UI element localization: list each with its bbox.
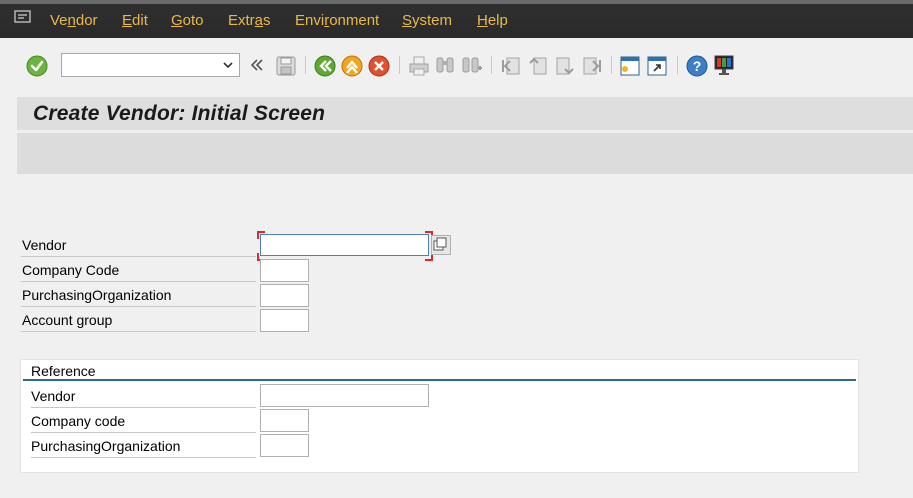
vendor-field[interactable]: [260, 234, 429, 256]
reference-vendor-field[interactable]: [260, 384, 429, 407]
menu-system[interactable]: System: [402, 12, 452, 30]
menu-edit[interactable]: Edit: [122, 12, 148, 30]
save-icon[interactable]: [275, 55, 297, 77]
purchasing-organization-field[interactable]: [260, 284, 309, 307]
application-toolbar: [17, 133, 913, 174]
company-code-field[interactable]: [260, 259, 309, 282]
create-session-icon[interactable]: [619, 55, 641, 77]
menu-bar: Vendor Edit Goto Extras Environment Syst…: [0, 0, 913, 38]
svg-text:?: ?: [693, 58, 702, 74]
page-title: Create Vendor: Initial Screen: [33, 102, 326, 125]
reference-purchasing-organization-field[interactable]: [260, 434, 309, 457]
toolbar-separator: [677, 56, 678, 74]
reference-group-title: Reference: [31, 363, 96, 379]
help-icon[interactable]: ?: [686, 55, 708, 77]
find-icon[interactable]: [434, 55, 456, 77]
enter-icon[interactable]: [26, 55, 48, 77]
reference-group-underline: [23, 379, 856, 381]
first-page-icon[interactable]: [500, 55, 522, 77]
value-help-button[interactable]: [431, 235, 451, 255]
collapse-command-field-icon[interactable]: [249, 56, 265, 74]
reference-company-code-input[interactable]: [261, 410, 308, 431]
command-field[interactable]: [61, 53, 240, 77]
system-menu-icon[interactable]: [14, 10, 32, 24]
menu-vendor[interactable]: Vendor: [50, 12, 98, 30]
command-field-input[interactable]: [66, 55, 220, 77]
previous-page-icon[interactable]: [527, 55, 549, 77]
next-page-icon[interactable]: [554, 55, 576, 77]
reference-vendor-input[interactable]: [261, 385, 428, 406]
menu-environment[interactable]: Environment: [295, 12, 379, 30]
focus-corner: [257, 231, 265, 239]
last-page-icon[interactable]: [581, 55, 603, 77]
reference-company-code-label: Company code: [31, 409, 256, 433]
menu-goto[interactable]: Goto: [171, 12, 204, 30]
window-top-strip: [0, 0, 913, 4]
account-group-input[interactable]: [261, 310, 308, 331]
company-code-label: Company Code: [21, 258, 256, 282]
menu-extras[interactable]: Extras: [228, 12, 271, 30]
toolbar-separator: [611, 56, 612, 74]
print-icon[interactable]: [408, 55, 430, 77]
vendor-label: Vendor: [21, 233, 256, 257]
purchasing-organization-input[interactable]: [261, 285, 308, 306]
reference-purchasing-organization-input[interactable]: [261, 435, 308, 456]
account-group-field[interactable]: [260, 309, 309, 332]
toolbar-separator: [305, 56, 306, 74]
reference-company-code-field[interactable]: [260, 409, 309, 432]
account-group-label: Account group: [21, 308, 256, 332]
vendor-input[interactable]: [261, 235, 428, 255]
value-help-icon: [433, 237, 447, 251]
menu-help[interactable]: Help: [477, 12, 508, 30]
customize-layout-icon[interactable]: [713, 54, 735, 76]
reference-vendor-label: Vendor: [31, 384, 256, 408]
company-code-input[interactable]: [261, 260, 308, 281]
generate-shortcut-icon[interactable]: [646, 55, 668, 77]
find-next-icon[interactable]: [461, 55, 483, 77]
cancel-icon[interactable]: [368, 55, 390, 77]
chevron-down-icon[interactable]: [222, 59, 234, 71]
back-icon[interactable]: [314, 55, 336, 77]
toolbar-separator: [399, 56, 400, 74]
purchasing-organization-label: PurchasingOrganization: [21, 283, 256, 307]
reference-purchasing-organization-label: PurchasingOrganization: [31, 434, 256, 458]
exit-icon[interactable]: [341, 55, 363, 77]
toolbar-separator: [491, 56, 492, 74]
screen-title-bar: Create Vendor: Initial Screen: [17, 97, 913, 130]
reference-group-box: Reference Vendor Company code Purchasing…: [20, 359, 859, 473]
